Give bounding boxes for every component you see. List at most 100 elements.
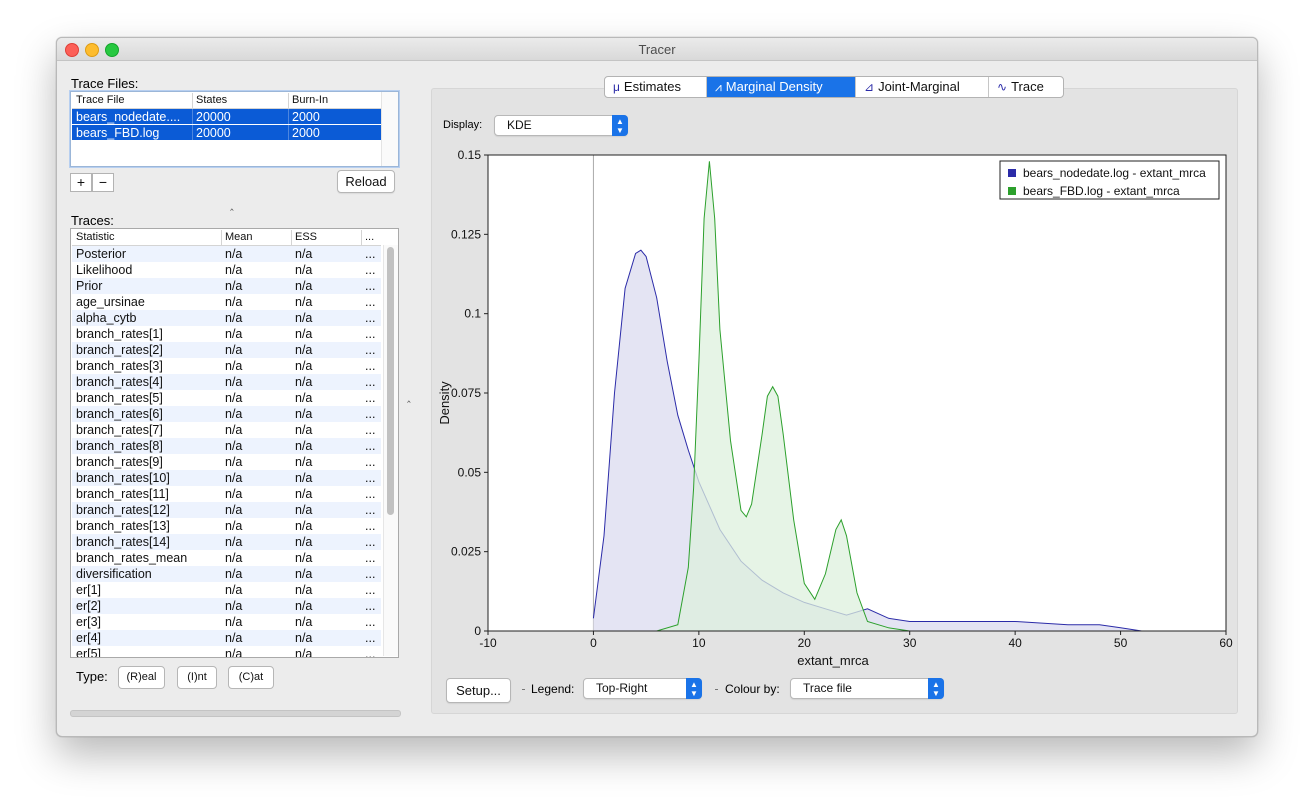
- plot-background: [488, 155, 1226, 631]
- trace-row[interactable]: er[1] n/a n/a...: [72, 582, 381, 598]
- trace-statistic: branch_rates[8]: [76, 439, 163, 453]
- trace-ess: n/a: [295, 583, 313, 597]
- trace-file-burn-in[interactable]: 2000: [292, 110, 320, 124]
- density-chart[interactable]: -10 0 10 20 30 40 50 6000.0250.050.0750.10.1250…: [431, 143, 1236, 673]
- title-bar: Tracer: [57, 38, 1257, 61]
- trace-ess: n/a: [295, 455, 313, 469]
- trace-row[interactable]: alpha_cytb n/a n/a...: [72, 310, 381, 326]
- tab-joint-marginal[interactable]: ⊿ Joint-Marginal: [856, 77, 989, 97]
- trace-row[interactable]: Posterior n/a n/a...: [72, 246, 381, 262]
- chevron-updown-icon: ▲ ▼: [928, 678, 944, 699]
- trace-row[interactable]: branch_rates[5] n/a n/a...: [72, 390, 381, 406]
- trace-files-scrollbar[interactable]: [381, 92, 398, 166]
- trace-row[interactable]: Prior n/a n/a...: [72, 278, 381, 294]
- tab-label: Joint-Marginal: [878, 79, 960, 94]
- trace-more: ...: [365, 311, 376, 325]
- trace-statistic: branch_rates[9]: [76, 455, 163, 469]
- trace-more: ...: [365, 567, 376, 581]
- column-header-burn-in[interactable]: Burn-In: [292, 94, 328, 106]
- remove-trace-file-button[interactable]: −: [92, 173, 114, 192]
- trace-more: ...: [365, 247, 376, 261]
- trace-mean: n/a: [225, 503, 243, 517]
- trace-ess: n/a: [295, 567, 313, 581]
- trace-file-row[interactable]: bears_FBD.log 20000 2000: [72, 125, 381, 140]
- trace-statistic: er[3]: [76, 615, 102, 629]
- trace-statistic: branch_rates[11]: [76, 487, 169, 501]
- trace-row[interactable]: branch_rates[11] n/a n/a...: [72, 486, 381, 502]
- trace-ess: n/a: [295, 551, 313, 565]
- window-title: Tracer: [638, 42, 676, 57]
- tab-marginal-density[interactable]: ⩘ Marginal Density: [707, 77, 856, 97]
- trace-more: ...: [365, 471, 376, 485]
- trace-files-table[interactable]: Trace File States Burn-In bears_nodedate…: [70, 91, 399, 167]
- colour-by-select[interactable]: Trace file ▲ ▼: [790, 678, 944, 699]
- trace-more: ...: [365, 263, 376, 277]
- trace-row[interactable]: branch_rates[14] n/a n/a...: [72, 534, 381, 550]
- trace-statistic: alpha_cytb: [76, 311, 137, 325]
- trace-more: ...: [365, 455, 376, 469]
- trace-ess: n/a: [295, 631, 313, 645]
- traces-table[interactable]: Statistic Mean ESS ... Posterior n/a n/a..…: [70, 228, 399, 658]
- trace-mean: n/a: [225, 439, 243, 453]
- trace-row[interactable]: branch_rates[9] n/a n/a...: [72, 454, 381, 470]
- trace-file-row[interactable]: bears_nodedate.... 20000 2000: [72, 109, 381, 124]
- type-real-button[interactable]: (R)eal: [118, 666, 165, 689]
- column-header-states[interactable]: States: [196, 94, 227, 106]
- trace-row[interactable]: branch_rates[4] n/a n/a...: [72, 374, 381, 390]
- trace-row[interactable]: branch_rates_mean n/a n/a...: [72, 550, 381, 566]
- setup-button[interactable]: Setup...: [446, 678, 511, 703]
- column-header-statistic[interactable]: Statistic: [76, 231, 115, 243]
- tab-estimates[interactable]: μ Estimates: [605, 77, 707, 97]
- trace-row[interactable]: er[2] n/a n/a...: [72, 598, 381, 614]
- trace-row[interactable]: Likelihood n/a n/a...: [72, 262, 381, 278]
- trace-row[interactable]: er[4] n/a n/a...: [72, 630, 381, 646]
- trace-more: ...: [365, 295, 376, 309]
- trace-row[interactable]: branch_rates[12] n/a n/a...: [72, 502, 381, 518]
- trace-row[interactable]: er[5] n/a n/a...: [72, 646, 381, 657]
- trace-mean: n/a: [225, 279, 243, 293]
- trace-row[interactable]: branch_rates[3] n/a n/a...: [72, 358, 381, 374]
- trace-mean: n/a: [225, 423, 243, 437]
- trace-row[interactable]: branch_rates[6] n/a n/a...: [72, 406, 381, 422]
- legend-entry: bears_FBD.log - extant_mrca: [1023, 184, 1180, 198]
- display-select[interactable]: KDE ▲ ▼: [494, 115, 628, 136]
- traces-scrollbar[interactable]: [383, 245, 398, 656]
- trace-row[interactable]: age_ursinae n/a n/a...: [72, 294, 381, 310]
- trace-file-name: bears_nodedate....: [76, 110, 181, 124]
- colour-by-select-value: Trace file: [803, 681, 852, 695]
- trace-statistic: branch_rates[4]: [76, 375, 163, 389]
- trace-more: ...: [365, 615, 376, 629]
- trace-ess: n/a: [295, 471, 313, 485]
- left-panel-horizontal-scrollbar[interactable]: [70, 710, 401, 717]
- trace-row[interactable]: branch_rates[2] n/a n/a...: [72, 342, 381, 358]
- legend-select[interactable]: Top-Right ▲ ▼: [583, 678, 702, 699]
- trace-statistic: Likelihood: [76, 263, 133, 277]
- panel-divider-handle[interactable]: ‸: [407, 390, 411, 403]
- trace-row[interactable]: branch_rates[8] n/a n/a...: [72, 438, 381, 454]
- y-tick-label: 0.15: [458, 148, 482, 162]
- tab-trace[interactable]: ∿ Trace: [989, 77, 1063, 97]
- trace-statistic: branch_rates[10]: [76, 471, 170, 485]
- y-tick-label: 0.075: [451, 386, 481, 400]
- reload-button[interactable]: Reload: [337, 170, 395, 193]
- trace-ess: n/a: [295, 359, 313, 373]
- trace-ess: n/a: [295, 519, 313, 533]
- traces-scrollbar-thumb[interactable]: [387, 247, 394, 515]
- trace-row[interactable]: branch_rates[13] n/a n/a...: [72, 518, 381, 534]
- trace-file-burn-in[interactable]: 2000: [292, 126, 320, 140]
- column-header-ess[interactable]: ESS: [295, 231, 317, 243]
- trace-row[interactable]: branch_rates[7] n/a n/a...: [72, 422, 381, 438]
- split-divider-handle[interactable]: ‸: [230, 198, 234, 211]
- type-cat-button[interactable]: (C)at: [228, 666, 274, 689]
- trace-row[interactable]: branch_rates[1] n/a n/a...: [72, 326, 381, 342]
- column-header-mean[interactable]: Mean: [225, 231, 253, 243]
- column-header-trace-file[interactable]: Trace File: [76, 94, 125, 106]
- column-header-more[interactable]: ...: [365, 231, 374, 243]
- add-trace-file-button[interactable]: +: [70, 173, 92, 192]
- trace-row[interactable]: er[3] n/a n/a...: [72, 614, 381, 630]
- trace-row[interactable]: diversification n/a n/a...: [72, 566, 381, 582]
- trace-more: ...: [365, 279, 376, 293]
- trace-row[interactable]: branch_rates[10] n/a n/a...: [72, 470, 381, 486]
- trace-mean: n/a: [225, 375, 243, 389]
- type-int-button[interactable]: (I)nt: [177, 666, 217, 689]
